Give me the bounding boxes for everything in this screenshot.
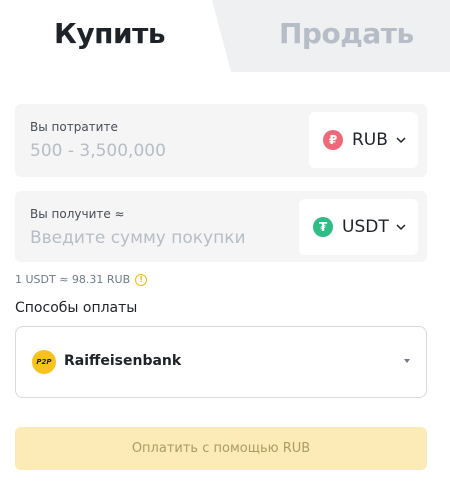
payment-method-select[interactable]: P2P Raiffeisenbank	[15, 326, 427, 398]
tab-buy[interactable]: Купить	[54, 17, 166, 50]
exchange-rate: 1 USDT ≈ 98.31 RUB !	[15, 273, 148, 286]
exchange-rate-text: 1 USDT ≈ 98.31 RUB	[15, 273, 131, 286]
spend-currency-code: RUB	[352, 130, 388, 150]
payment-method-name: Raiffeisenbank	[64, 353, 182, 369]
receive-field[interactable]: Вы получите ≈ Введите сумму покупки ₮ US…	[15, 191, 427, 262]
payment-methods-title: Способы оплаты	[15, 300, 138, 316]
pay-button[interactable]: Оплатить с помощью RUB	[15, 427, 427, 470]
info-icon[interactable]: !	[135, 273, 148, 286]
receive-label: Вы получите ≈	[30, 207, 125, 221]
receive-currency-select[interactable]: ₮ USDT	[299, 199, 418, 255]
spend-currency-select[interactable]: ₽ RUB	[309, 112, 418, 168]
receive-currency-code: USDT	[342, 217, 389, 237]
p2p-icon: P2P	[32, 350, 56, 374]
trade-tabs: Купить Продать	[0, 0, 450, 72]
usdt-coin-icon: ₮	[313, 217, 333, 237]
chevron-down-icon	[396, 224, 406, 231]
spend-label: Вы потратите	[30, 120, 118, 134]
chevron-down-icon	[396, 137, 406, 144]
spend-amount-input[interactable]: 500 - 3,500,000	[30, 141, 166, 161]
caret-down-icon	[404, 359, 410, 363]
rub-coin-icon: ₽	[323, 130, 343, 150]
tab-sell[interactable]: Продать	[279, 17, 414, 50]
receive-amount-input[interactable]: Введите сумму покупки	[30, 228, 246, 248]
spend-field[interactable]: Вы потратите 500 - 3,500,000 ₽ RUB	[15, 104, 427, 177]
